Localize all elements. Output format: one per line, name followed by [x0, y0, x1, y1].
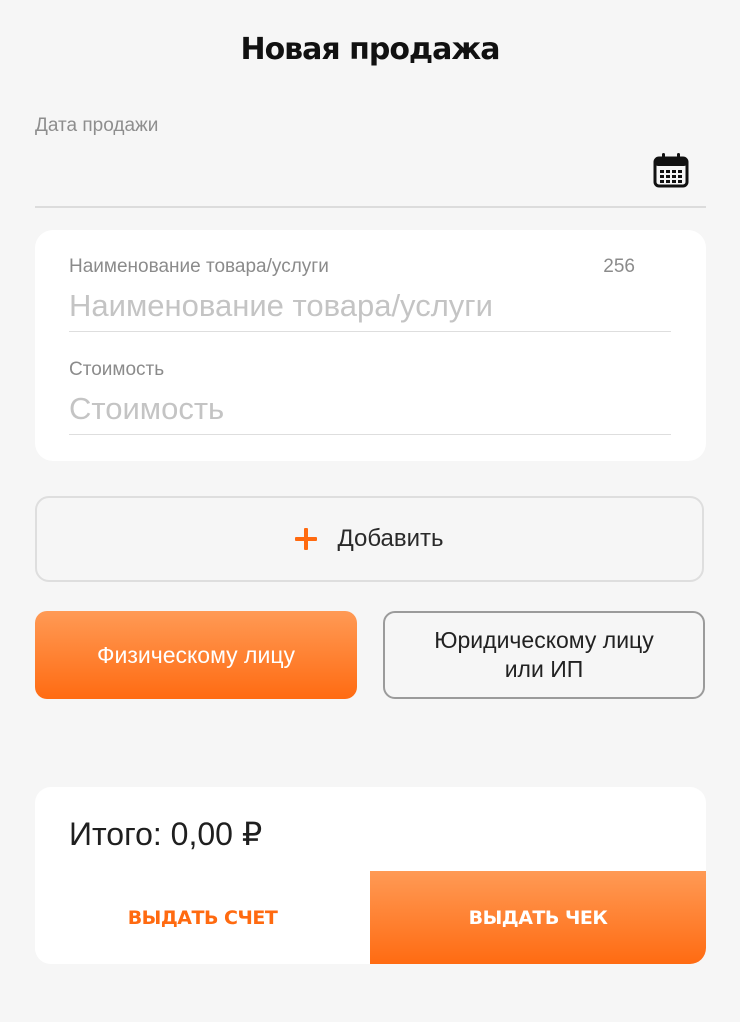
item-price-field[interactable]: Стоимость — [69, 355, 671, 435]
item-name-input[interactable] — [69, 286, 671, 326]
calendar-icon[interactable] — [652, 152, 690, 190]
sale-date-label: Дата продажи — [35, 115, 159, 136]
legal-entity-buyer-button[interactable]: Юридическому лицу или ИП — [383, 611, 705, 699]
item-card: Наименование товара/услуги 256 Стоимость — [35, 230, 706, 461]
issue-receipt-button[interactable]: ВЫДАТЬ ЧЕК — [370, 871, 706, 964]
total-amount: Итого: 0,00 ₽ — [69, 816, 263, 852]
item-price-label: Стоимость — [69, 359, 165, 380]
legal-entity-buyer-label: Юридическому лицу или ИП — [434, 627, 654, 682]
issue-receipt-label: ВЫДАТЬ ЧЕК — [468, 906, 608, 929]
sale-date-field[interactable]: Дата продажи — [35, 112, 706, 208]
issue-invoice-button[interactable]: ВЫДАТЬ СЧЕТ — [35, 871, 370, 964]
total-card: Итого: 0,00 ₽ ВЫДАТЬ СЧЕТ ВЫДАТЬ ЧЕК — [35, 787, 706, 964]
page-title: Новая продажа — [240, 32, 500, 67]
checkout-actions: ВЫДАТЬ СЧЕТ ВЫДАТЬ ЧЕК — [35, 871, 706, 964]
individual-buyer-button[interactable]: Физическому лицу — [35, 611, 357, 699]
item-name-field[interactable]: Наименование товара/услуги 256 — [69, 252, 671, 332]
item-price-input[interactable] — [69, 389, 671, 429]
individual-buyer-label: Физическому лицу — [96, 641, 295, 668]
plus-icon — [295, 528, 318, 550]
item-name-label: Наименование товара/услуги — [69, 256, 329, 277]
item-name-char-counter: 256 — [603, 256, 635, 277]
add-item-button[interactable]: Добавить — [35, 496, 704, 582]
issue-invoice-label: ВЫДАТЬ СЧЕТ — [127, 906, 278, 929]
add-item-label: Добавить — [337, 525, 444, 552]
